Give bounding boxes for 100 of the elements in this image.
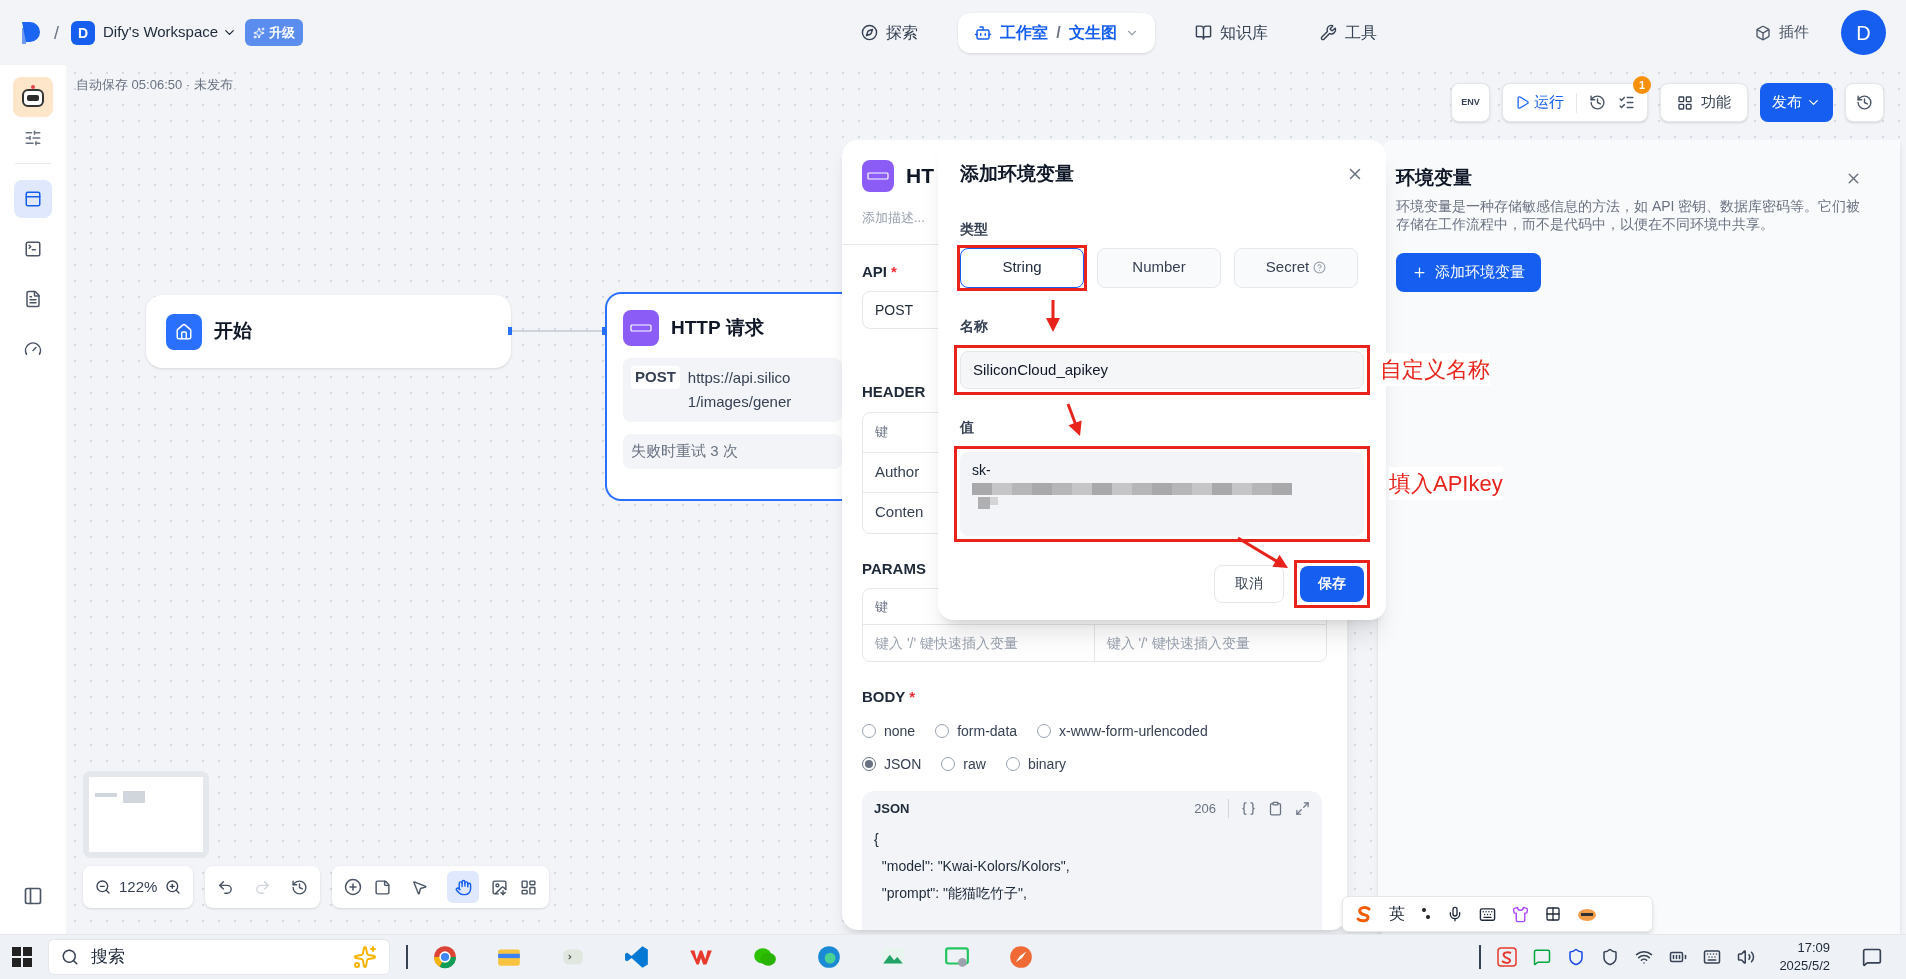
punctuation-icon[interactable] [1421,907,1431,921]
nav-tab[interactable]: 工具 [1307,12,1389,53]
undo-icon[interactable] [217,878,235,896]
keyboard-icon[interactable] [1479,905,1496,923]
editor-title: JSON [874,799,910,818]
wrench-icon [1319,24,1337,41]
workspace-avatar: D [71,20,95,45]
panel-title: 环境变量 [1396,166,1472,190]
user-avatar[interactable]: D [1841,10,1886,55]
add-variable-button[interactable]: 添加环境变量 [1396,252,1541,292]
nav-tab[interactable]: 探索 [849,12,931,53]
clock-time: 17:09 [1797,939,1830,957]
panel-icon [24,190,42,208]
radio-option[interactable]: x-www-form-urlencoded [1037,720,1208,742]
taskbar-search[interactable]: 搜索 [48,939,390,975]
bot-icon [974,23,993,42]
history-icon[interactable] [291,878,309,896]
sidebar-toggle-icon[interactable] [23,886,43,906]
search-icon [61,948,79,966]
publish-button[interactable]: 发布 [1760,83,1833,122]
description-field[interactable]: 添加描述... [862,208,936,228]
compass-icon[interactable] [1008,944,1034,970]
terminal-icon [24,240,42,258]
play-icon [1515,95,1530,110]
workflow-node[interactable]: HTTP 请求 POST https://api.silico 1/images/gener 失败时重试 3 次 [605,292,842,501]
volume-icon[interactable] [1737,948,1756,966]
type-option[interactable]: Number [1097,247,1221,288]
history-icon[interactable] [1589,94,1606,111]
character-count: 206 [1194,798,1229,818]
grid-icon[interactable] [1545,906,1561,922]
variable-icon[interactable] [1241,800,1256,816]
section-label: HEADER [862,382,926,402]
radio-option[interactable]: none [862,720,916,742]
keyboard-icon[interactable] [1703,948,1722,966]
breadcrumb-separator: / [1056,22,1061,43]
nav-tab[interactable]: 知识库 [1182,12,1280,53]
zoom-in-icon[interactable] [165,879,182,895]
section-label: API [862,261,887,282]
cancel-button[interactable]: 取消 [1214,564,1284,603]
sidebar-item[interactable] [14,180,52,218]
env-button[interactable]: ENV [1451,83,1490,122]
section-label: BODY [862,687,906,707]
microphone-icon[interactable] [1447,906,1463,922]
expand-icon[interactable] [1295,800,1310,816]
mascot-icon [1577,906,1597,922]
copy-icon[interactable] [1268,800,1283,816]
type-option[interactable]: String [960,247,1084,288]
radio-option[interactable]: form-data [935,720,1018,742]
code-line: "model": "Kwai-Kolors/Kolors", [880,857,1070,876]
required-mark: * [891,261,897,282]
notification-icon[interactable] [1862,947,1882,967]
note-icon[interactable] [374,878,392,896]
wifi-icon[interactable] [1635,948,1654,966]
features-button[interactable]: 功能 [1660,83,1748,122]
add-icon[interactable] [344,878,363,896]
browser-icon[interactable] [432,944,458,970]
field-label: 值 [960,417,974,437]
history-button[interactable] [1845,83,1884,122]
code-editor-icon[interactable] [624,944,650,970]
annotation-text: 自定义名称 [1380,353,1490,386]
zoom-out-icon[interactable] [95,879,111,895]
name-field[interactable]: SiliconCloud_apikey [960,350,1364,389]
swirl-icon[interactable] [1497,947,1518,967]
annotation-arrow [1066,403,1082,436]
chat-icon[interactable] [1533,948,1552,966]
sliders-icon[interactable] [24,129,42,147]
shield-icon[interactable] [1567,948,1586,966]
save-button[interactable]: 保存 [1300,565,1364,602]
required-mark: * [909,687,916,707]
browser-icon[interactable] [816,944,842,970]
book-icon [1194,24,1212,41]
value-field[interactable]: sk- [960,451,1364,536]
workflow-node[interactable]: 开始 [146,295,511,368]
grid-icon [1677,94,1693,111]
run-button[interactable]: 运行 [1515,91,1564,114]
nav-tab[interactable]: 工作室 / 文生图 [958,12,1155,53]
skin-icon[interactable] [1512,905,1529,923]
hand-icon [454,878,472,896]
input-mode[interactable]: 英 [1389,902,1405,926]
radio-option[interactable]: JSON [862,753,922,775]
plugins-button[interactable]: 插件 [1755,21,1809,44]
layout-icon[interactable] [520,878,538,896]
type-option[interactable]: Secret [1234,247,1358,288]
logo-icon [20,19,42,46]
table-input[interactable]: 键入 '/' 键快速插入变量 [863,625,1095,661]
radio-option[interactable]: binary [1005,753,1067,775]
export-image-icon[interactable] [491,878,509,896]
workspace-switcher[interactable]: Dify's Workspace [103,21,238,44]
start-icon[interactable] [12,947,32,967]
shield-icon[interactable] [1601,948,1620,966]
table-input[interactable]: 键入 '/' 键快速插入变量 [1094,625,1326,661]
radio-option[interactable]: raw [941,753,986,775]
checklist-icon[interactable] [1618,94,1635,111]
table-cell-text: Conten [875,502,924,523]
dialog-title: 添加环境变量 [960,162,1074,186]
node-title: 开始 [214,319,252,344]
field-label: 类型 [960,219,988,239]
home-icon [166,313,202,350]
hand-tool[interactable] [447,871,480,903]
clock-date: 2025/5/2 [1779,957,1830,975]
